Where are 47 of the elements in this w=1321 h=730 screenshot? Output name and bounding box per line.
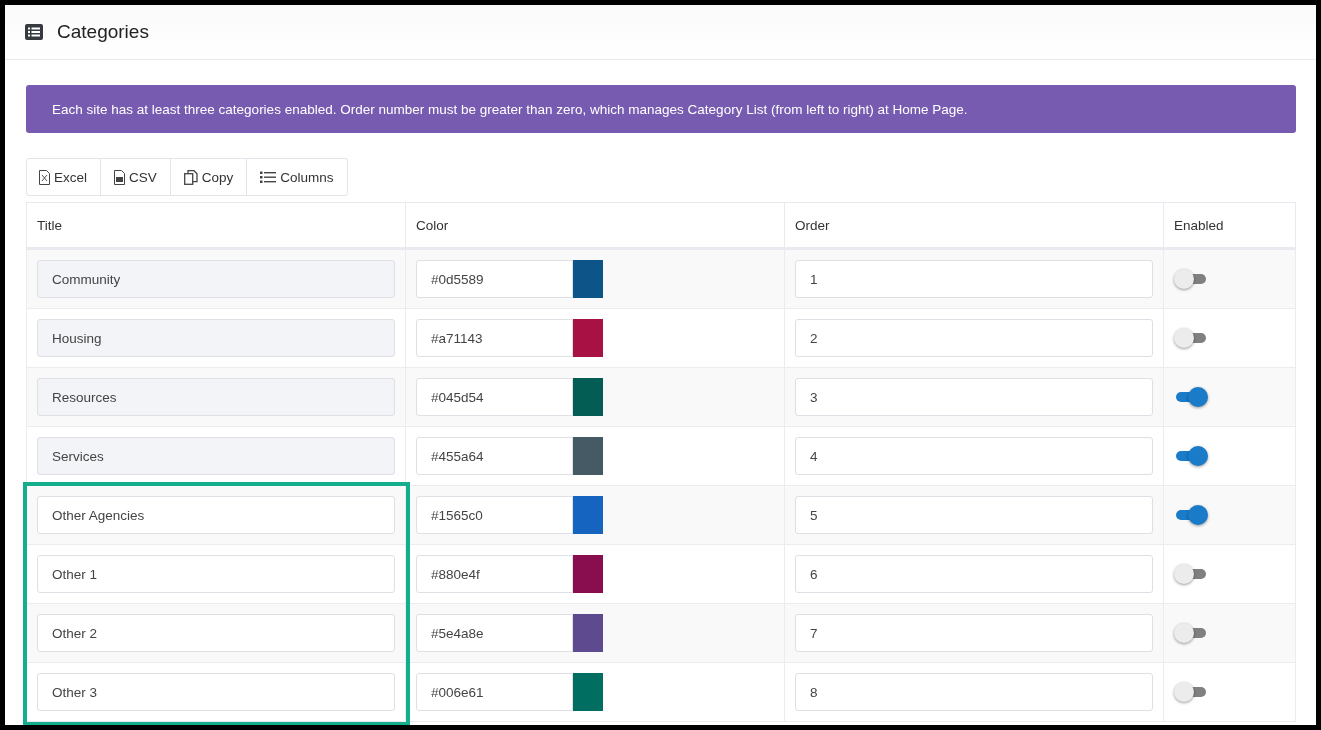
color-field[interactable]: #1565c0 xyxy=(416,496,573,534)
color-swatch[interactable] xyxy=(573,260,603,298)
toggle-switch[interactable] xyxy=(1174,623,1208,643)
order-field[interactable]: 4 xyxy=(795,437,1153,475)
title-field[interactable]: Other Agencies xyxy=(37,496,395,534)
columns-export-button[interactable]: Columns xyxy=(246,158,348,196)
color-swatch[interactable] xyxy=(573,378,603,416)
color-field[interactable]: #0d5589 xyxy=(416,260,573,298)
order-field[interactable]: 8 xyxy=(795,673,1153,711)
color-swatch[interactable] xyxy=(573,555,603,593)
order-field[interactable]: 6 xyxy=(795,555,1153,593)
color-field[interactable]: #045d54 xyxy=(416,378,573,416)
title-field[interactable]: Other 1 xyxy=(37,555,395,593)
order-field[interactable]: 3 xyxy=(795,378,1153,416)
color-swatch[interactable] xyxy=(573,319,603,357)
color-swatch[interactable] xyxy=(573,437,603,475)
copy-icon xyxy=(183,169,198,185)
toggle-switch[interactable] xyxy=(1174,446,1208,466)
toggle-switch[interactable] xyxy=(1174,269,1208,289)
order-field[interactable]: 7 xyxy=(795,614,1153,652)
page-title: Categories xyxy=(57,21,149,43)
color-field[interactable]: #006e61 xyxy=(416,673,573,711)
color-swatch[interactable] xyxy=(573,614,603,652)
color-field[interactable]: #880e4f xyxy=(416,555,573,593)
color-field[interactable]: #5e4a8e xyxy=(416,614,573,652)
color-field[interactable]: #a71143 xyxy=(416,319,573,357)
file-icon xyxy=(114,169,125,185)
color-field[interactable]: #455a64 xyxy=(416,437,573,475)
color-swatch[interactable] xyxy=(573,496,603,534)
toggle-switch[interactable] xyxy=(1174,387,1208,407)
file-icon xyxy=(39,169,50,185)
toggle-switch[interactable] xyxy=(1174,682,1208,702)
order-field[interactable]: 1 xyxy=(795,260,1153,298)
list-icon xyxy=(25,24,43,40)
info-banner: Each site has at least three categories enabled. Order number must be greater than zero, which manages Category List (from left to right) at Home Page. xyxy=(26,85,1296,133)
title-field[interactable]: Other 2 xyxy=(37,614,395,652)
list-icon xyxy=(260,170,277,184)
color-swatch[interactable] xyxy=(573,673,603,711)
copy-export-button[interactable]: Copy xyxy=(169,158,248,196)
excel-export-button[interactable]: Excel xyxy=(26,158,101,196)
csv-export-button[interactable]: CSV xyxy=(100,158,171,196)
title-field[interactable]: Other 3 xyxy=(37,673,395,711)
order-field[interactable]: 5 xyxy=(795,496,1153,534)
toggle-switch[interactable] xyxy=(1174,328,1208,348)
toggle-switch[interactable] xyxy=(1174,564,1208,584)
order-field[interactable]: 2 xyxy=(795,319,1153,357)
toggle-switch[interactable] xyxy=(1174,505,1208,525)
